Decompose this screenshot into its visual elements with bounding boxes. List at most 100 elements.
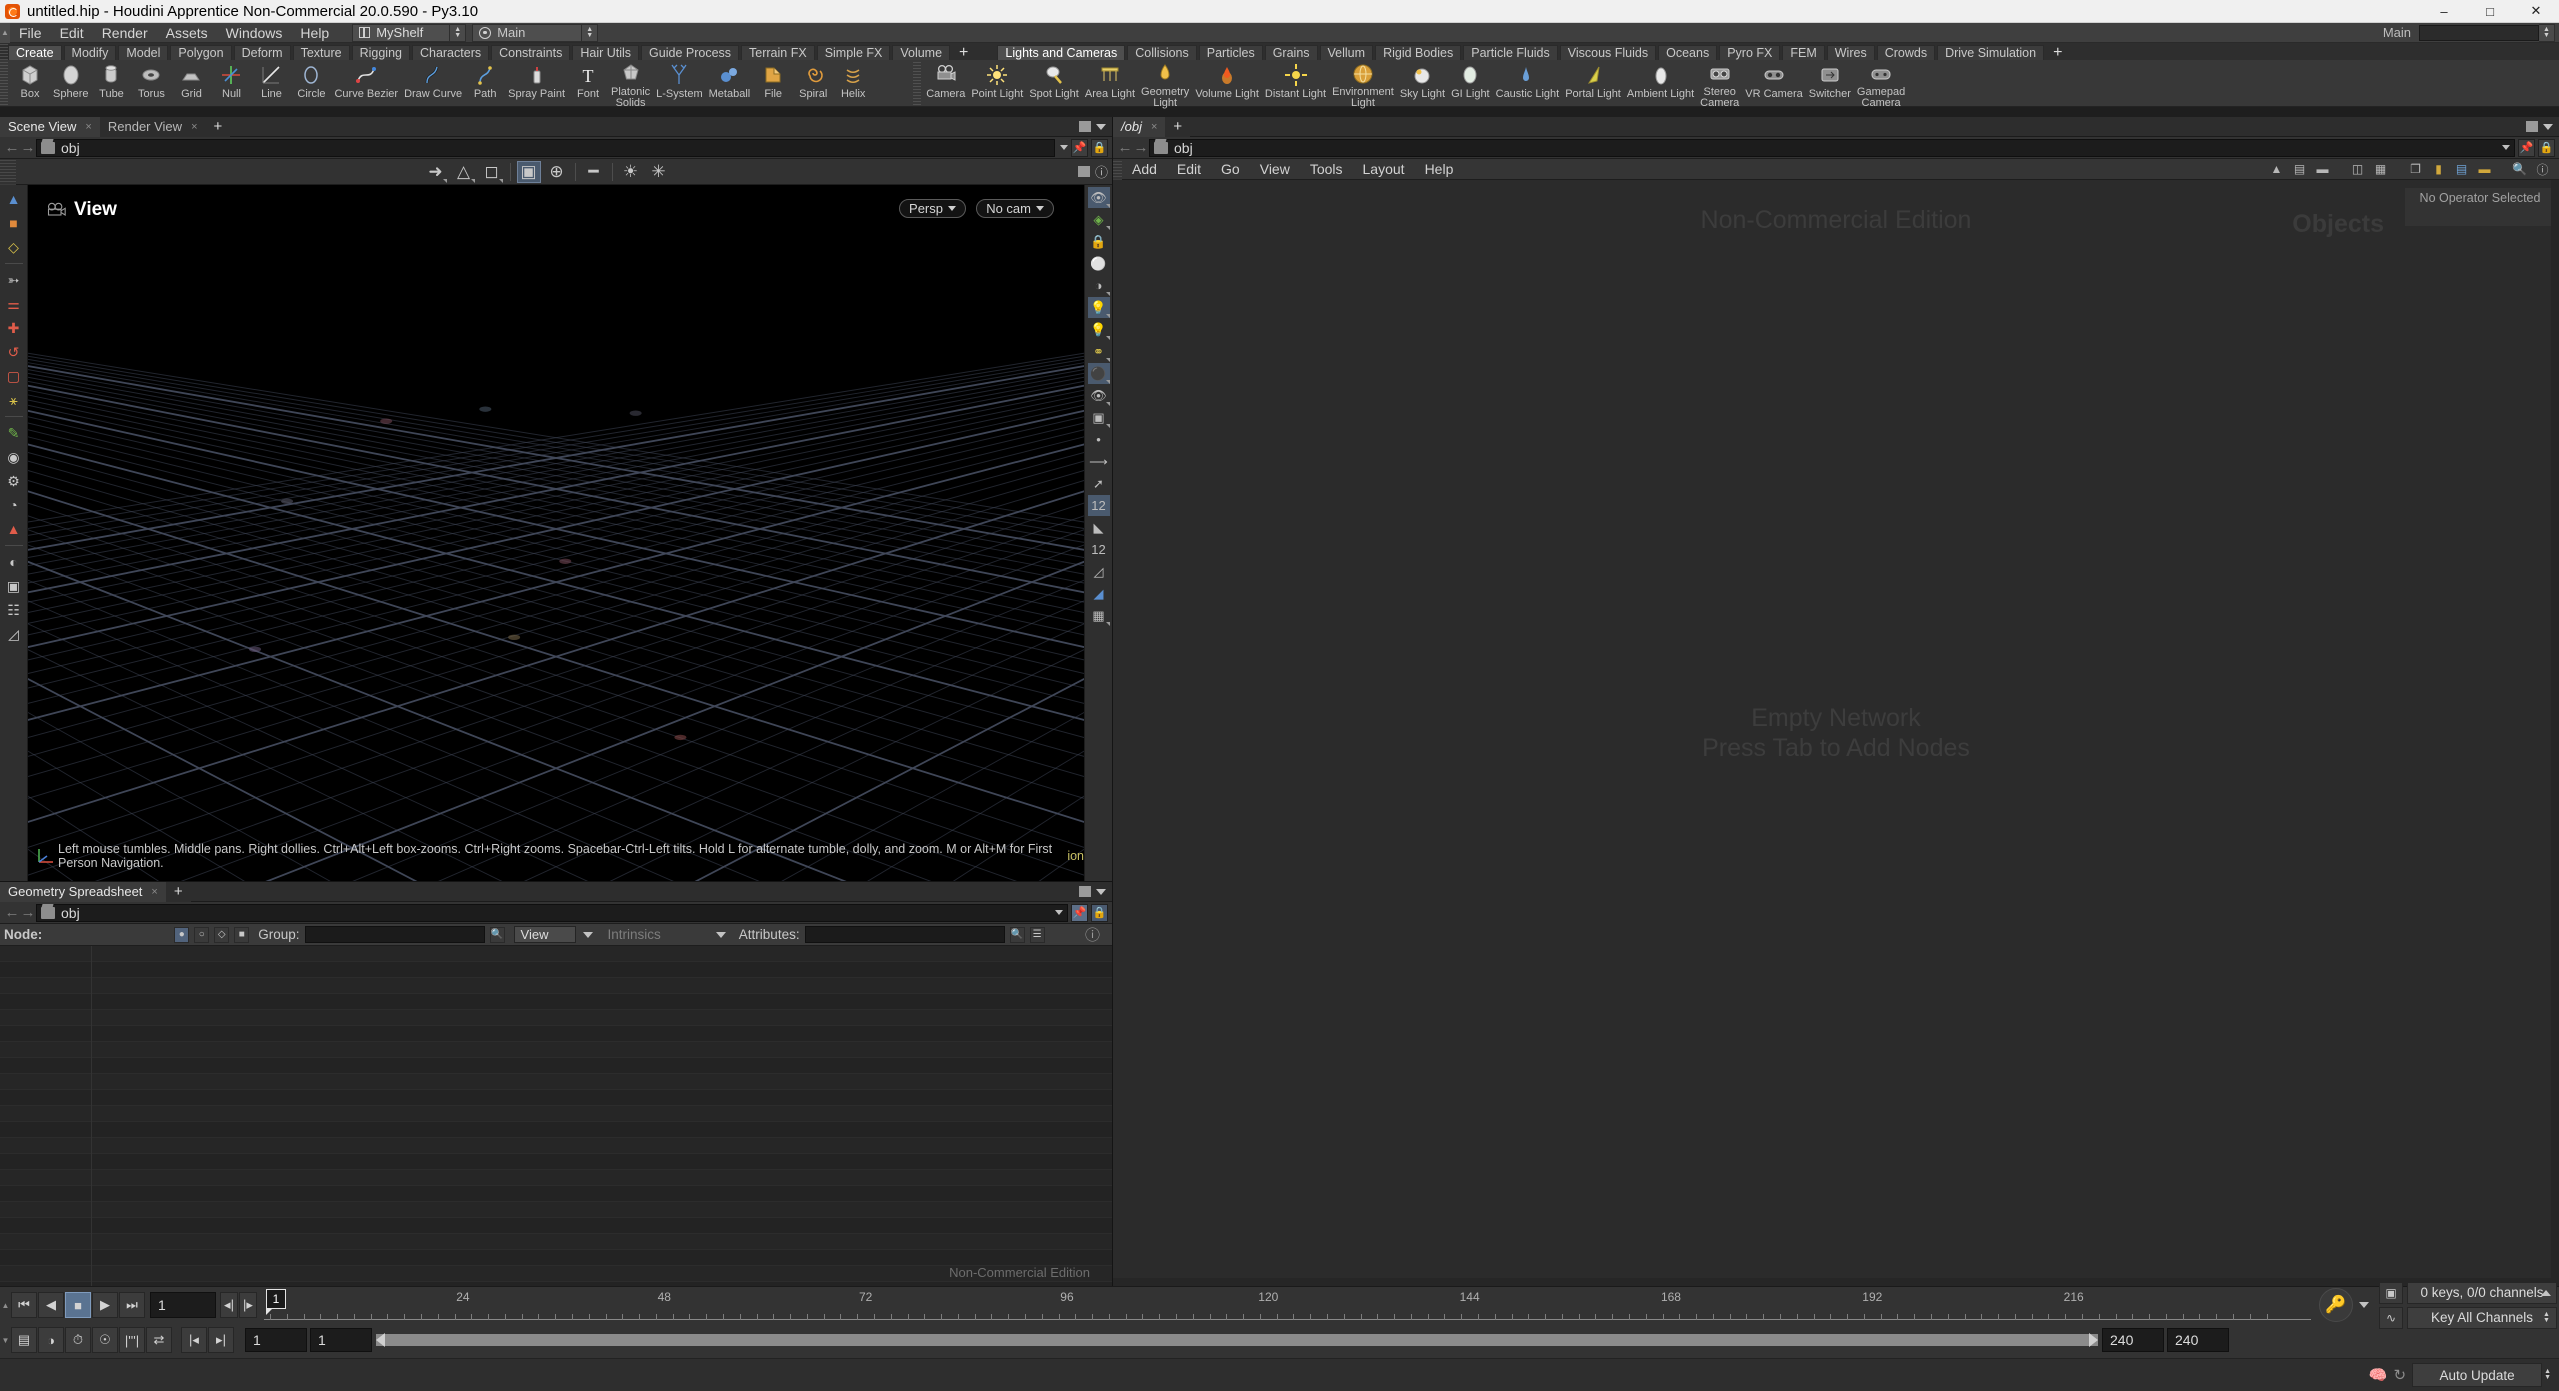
tab-scene-view[interactable]: Scene View × <box>0 116 100 137</box>
shelf-tab-rigging[interactable]: Rigging <box>351 45 410 60</box>
shelf-tool-path[interactable]: Path <box>465 61 505 105</box>
close-button[interactable]: ✕ <box>2513 0 2559 23</box>
shelf-tool-line[interactable]: Line <box>251 61 291 105</box>
shelf-tab-viscous-fluids[interactable]: Viscous Fluids <box>1559 45 1657 60</box>
viewport-paint-icon[interactable]: ▲ <box>3 518 25 540</box>
table-row[interactable] <box>0 1154 1112 1170</box>
net-columns-icon[interactable]: ◫ <box>2349 162 2366 177</box>
playbar-grip-top[interactable]: ▲ <box>0 1288 11 1322</box>
shelf-tool-box[interactable]: Box <box>10 61 50 105</box>
range-start-field[interactable]: 1 <box>310 1328 372 1352</box>
displacement-icon[interactable]: 👁 <box>1088 385 1110 406</box>
gs-view-dropdown[interactable]: View <box>513 926 576 943</box>
shelf-tool-spot-light[interactable]: Spot Light <box>1026 61 1082 105</box>
range-left-handle[interactable] <box>376 1333 385 1347</box>
table-row[interactable] <box>0 962 1112 978</box>
shelf-tab-lights-and-cameras[interactable]: Lights and Cameras <box>997 45 1126 60</box>
net-copy-icon[interactable]: ❐ <box>2407 162 2424 177</box>
shelf-tool-geometry-light[interactable]: Geometry Light <box>1138 61 1192 108</box>
shelf-tool-circle[interactable]: Circle <box>291 61 331 105</box>
net-search-icon[interactable]: 🔍 <box>2511 162 2528 177</box>
tab-scene-view-close-icon[interactable]: × <box>85 121 91 133</box>
point-numbers-icon[interactable]: 12 <box>1087 495 1110 516</box>
shelf-tab-fem[interactable]: FEM <box>1782 45 1825 60</box>
table-row[interactable] <box>0 978 1112 994</box>
scene-lights-icon[interactable]: 💡 <box>1087 297 1110 318</box>
cook-brain-icon[interactable]: 🧠 <box>2369 1366 2388 1384</box>
net-menu-view[interactable]: View <box>1250 159 1300 180</box>
angle-display-icon[interactable]: ◿ <box>1088 561 1110 582</box>
prim-display-icon[interactable]: ◣ <box>1088 517 1110 538</box>
gs-attributes-input[interactable] <box>804 926 1005 943</box>
shelf-tool-curve-bezier[interactable]: Curve Bezier <box>331 61 401 105</box>
gs-intrinsics-chevron-down-icon[interactable] <box>715 931 726 938</box>
shelf-tab-hair-utils[interactable]: Hair Utils <box>572 45 640 60</box>
viewport-points-mode-icon[interactable]: ■ <box>3 212 25 234</box>
table-row[interactable] <box>0 1202 1112 1218</box>
net-menu-edit[interactable]: Edit <box>1167 159 1211 180</box>
range-start-lock-button[interactable]: |◂ <box>181 1327 207 1353</box>
handle-tool-icon[interactable]: △ <box>452 161 476 183</box>
geometry-spreadsheet-table[interactable]: Non-Commercial Edition <box>0 946 1112 1286</box>
shelf-tool-helix[interactable]: Helix <box>833 61 873 105</box>
set-key-button[interactable]: 🔑 <box>2319 1288 2353 1322</box>
refresh-icon[interactable]: ↻ <box>2393 1366 2406 1384</box>
shelf-tab-volume[interactable]: Volume <box>892 45 951 60</box>
scene-view-add-tab[interactable]: + <box>205 116 231 137</box>
viewport-sculpt-icon[interactable]: ◔ <box>3 494 25 516</box>
global-start-field[interactable]: 1 <box>245 1328 307 1352</box>
table-row[interactable] <box>0 1186 1112 1202</box>
shelf-tool-vr-camera[interactable]: VR Camera <box>1742 61 1805 105</box>
realtime-toggle-button[interactable]: ⏱ <box>65 1327 91 1353</box>
table-row[interactable] <box>0 1010 1112 1026</box>
shelf-tab-characters[interactable]: Characters <box>411 45 490 60</box>
environment-map-icon[interactable]: ⚫ <box>1087 363 1110 384</box>
tab-obj-network[interactable]: /obj × <box>1113 116 1166 137</box>
viewport-measure-icon[interactable]: ◐ <box>3 551 25 573</box>
no-lighting-icon[interactable]: ⚪ <box>1088 253 1110 274</box>
tab-obj-network-close-icon[interactable]: × <box>1151 121 1157 133</box>
play-stop-button[interactable]: ■ <box>65 1292 91 1318</box>
net-forward-icon[interactable]: → <box>1133 139 1149 156</box>
shelf-tool-draw-curve[interactable]: Draw Curve <box>401 61 465 105</box>
shelf-tool-switcher[interactable]: Switcher <box>1806 61 1854 105</box>
viewport-edit-icon[interactable]: ✎ <box>3 422 25 444</box>
keyframe-display-button[interactable]: |'''| <box>119 1327 145 1353</box>
viewport-help-icon[interactable]: ⓘ <box>1095 162 1108 181</box>
shelf-tool-sky-light[interactable]: Sky Light <box>1397 61 1448 105</box>
scene-lock-button[interactable]: 🔒 <box>1091 138 1108 157</box>
table-row[interactable] <box>0 1122 1112 1138</box>
net-menu-tools[interactable]: Tools <box>1300 159 1353 180</box>
shelf-tool-l-system[interactable]: L-System <box>653 61 705 105</box>
headlight-icon[interactable]: ◑ <box>1088 275 1110 296</box>
menu-render[interactable]: Render <box>93 23 157 43</box>
play-forward-button[interactable]: ▶ <box>92 1292 118 1318</box>
viewport-rotate-icon[interactable]: ↺ <box>3 341 25 363</box>
table-row[interactable] <box>0 1026 1112 1042</box>
tab-geometry-spreadsheet-close-icon[interactable]: × <box>151 886 157 898</box>
global-end-field[interactable]: 240 <box>2167 1328 2229 1352</box>
table-row[interactable] <box>0 1250 1112 1266</box>
net-menu-layout[interactable]: Layout <box>1353 159 1415 180</box>
shadow-light-icon[interactable]: ⚭ <box>1088 341 1110 362</box>
net-network-icon[interactable]: ▤ <box>2291 162 2308 177</box>
net-help-icon[interactable]: ⓘ <box>2534 162 2551 177</box>
scene-view-maximize-icon[interactable] <box>1079 121 1091 132</box>
scene-view-menu-chevron-icon[interactable] <box>1096 123 1106 130</box>
shelf-tool-tube[interactable]: Tube <box>91 61 131 105</box>
viewport-persp-dropdown[interactable]: Persp <box>899 199 966 218</box>
table-row[interactable] <box>0 1266 1112 1282</box>
channel-editor-icon[interactable]: ▣ <box>2379 1281 2403 1304</box>
table-row[interactable] <box>0 1042 1112 1058</box>
shelf-add-tab-right[interactable]: + <box>2046 44 2069 61</box>
lock-selection-icon[interactable]: 🔒 <box>1088 231 1110 252</box>
shelf-tool-area-light[interactable]: Area Light <box>1082 61 1138 105</box>
gs-points-tab-icon[interactable]: ● <box>174 926 190 943</box>
auto-update-stepper[interactable]: ▲ ▼ <box>2544 1368 2551 1381</box>
shelf-tool-distant-light[interactable]: Distant Light <box>1262 61 1329 105</box>
range-end-lock-button[interactable]: ▸| <box>208 1327 234 1353</box>
shelf-tool-portal-light[interactable]: Portal Light <box>1562 61 1624 105</box>
gs-attributes-filter-icon[interactable]: 🔍 <box>1009 926 1025 943</box>
shelf-add-tab-left[interactable]: + <box>952 44 975 61</box>
maximize-button[interactable]: □ <box>2467 0 2513 23</box>
